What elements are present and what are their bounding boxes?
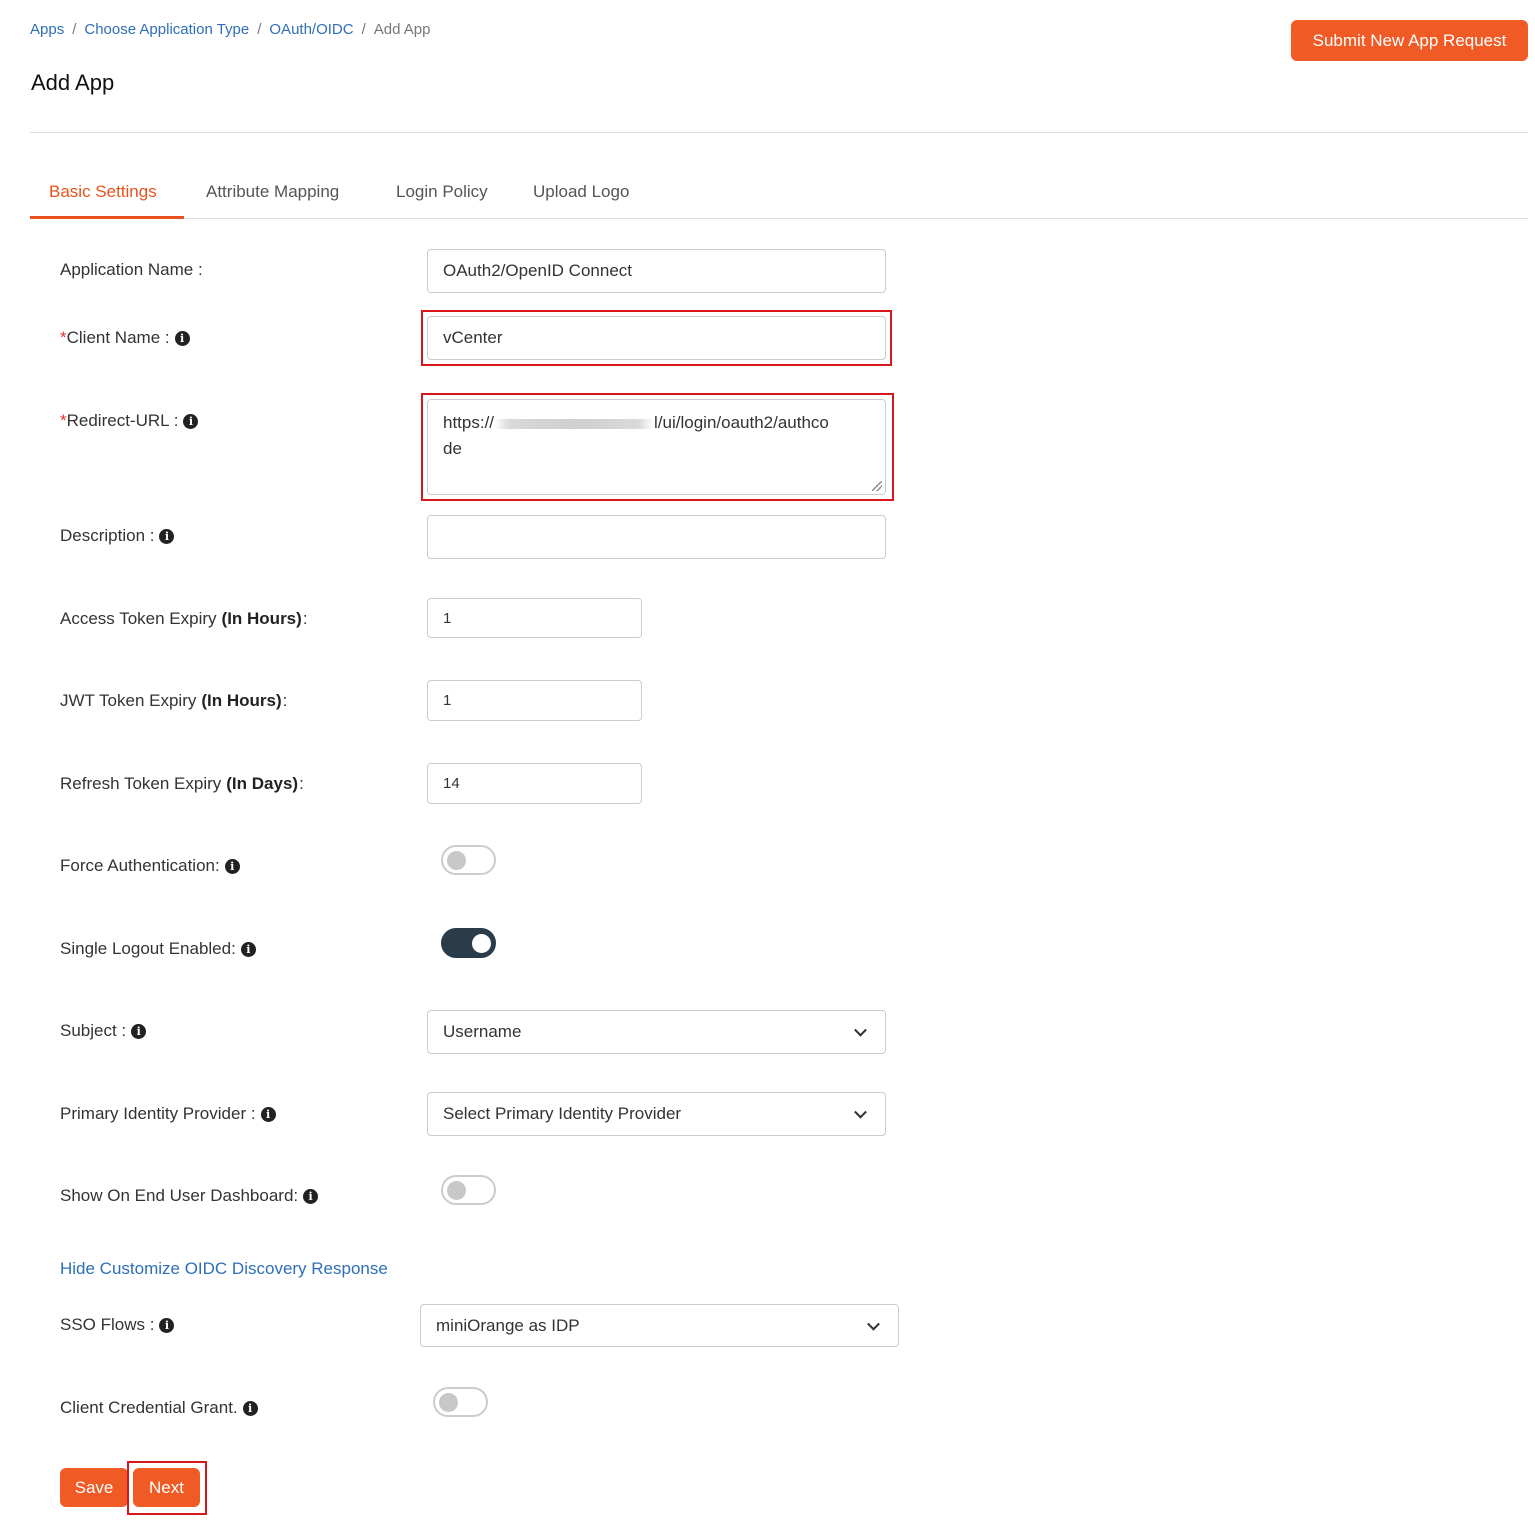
access-token-expiry-label: Access Token Expiry (In Hours): (60, 609, 308, 628)
client-credential-grant-toggle[interactable] (433, 1387, 488, 1417)
primary-idp-select[interactable]: Select Primary Identity Provider (427, 1092, 886, 1136)
subject-label: Subject :i (60, 1019, 147, 1043)
tab-login-policy[interactable]: Login Policy (396, 182, 488, 202)
toggle-knob (439, 1393, 458, 1412)
toggle-knob (447, 851, 466, 870)
chevron-down-icon (854, 1105, 867, 1119)
info-circle-icon[interactable]: i (159, 528, 175, 544)
info-circle-icon[interactable]: i (174, 330, 190, 346)
sso-flows-label: SSO Flows :i (60, 1313, 175, 1337)
client-credential-grant-label: Client Credential Grant. i (60, 1396, 258, 1420)
breadcrumb-choose-application-type[interactable]: Choose Application Type (84, 21, 249, 38)
jwt-token-expiry-input[interactable]: 1 (427, 680, 642, 721)
redacted-hostname (494, 418, 655, 429)
refresh-token-expiry-input[interactable]: 14 (427, 763, 642, 804)
info-circle-icon[interactable]: i (131, 1023, 147, 1039)
chevron-down-icon (854, 1023, 867, 1037)
client-name-input[interactable]: vCenter (427, 316, 886, 360)
breadcrumb: Apps / Choose Application Type / OAuth/OIDC /… (30, 21, 431, 38)
page-title: Add App (31, 70, 115, 95)
description-label: Description :i (60, 524, 175, 548)
access-token-expiry-input[interactable]: 1 (427, 598, 642, 638)
redirect-url-label: * Redirect-URL :i (60, 409, 199, 433)
info-circle-icon[interactable]: i (183, 413, 199, 429)
breadcrumb-current: Add App (373, 21, 431, 38)
tab-attribute-mapping[interactable]: Attribute Mapping (206, 182, 339, 202)
chevron-down-icon (867, 1317, 880, 1331)
info-circle-icon[interactable]: i (260, 1106, 276, 1122)
active-tab-indicator (30, 216, 184, 219)
resize-handle-icon[interactable] (872, 481, 882, 491)
show-on-dashboard-label: Show On End User Dashboard: i (60, 1184, 319, 1208)
tabs-divider (30, 218, 1528, 219)
toggle-knob (447, 1181, 466, 1200)
save-button[interactable]: Save (60, 1468, 128, 1507)
primary-idp-label: Primary Identity Provider :i (60, 1102, 276, 1126)
next-button[interactable]: Next (133, 1468, 200, 1507)
client-name-label: * Client Name :i (60, 326, 190, 350)
tab-upload-logo[interactable]: Upload Logo (533, 182, 629, 202)
single-logout-label: Single Logout Enabled: i (60, 937, 256, 961)
redirect-url-textarea[interactable]: https://l/ui/login/oauth2/authco de (427, 399, 886, 495)
header-divider (30, 132, 1528, 133)
sso-flows-select[interactable]: miniOrange as IDP (420, 1304, 899, 1347)
show-on-dashboard-toggle[interactable] (441, 1175, 496, 1205)
hide-customize-oidc-link[interactable]: Hide Customize OIDC Discovery Response (60, 1259, 388, 1279)
refresh-token-expiry-label: Refresh Token Expiry (In Days): (60, 774, 304, 793)
breadcrumb-oauth-oidc[interactable]: OAuth/OIDC (269, 21, 353, 38)
breadcrumb-apps[interactable]: Apps (30, 21, 64, 38)
info-circle-icon[interactable]: i (240, 941, 256, 957)
tab-basic-settings[interactable]: Basic Settings (49, 182, 157, 202)
single-logout-toggle[interactable] (441, 928, 496, 958)
force-authentication-toggle[interactable] (441, 845, 496, 875)
toggle-knob (472, 934, 491, 953)
info-circle-icon[interactable]: i (303, 1188, 319, 1204)
application-name-label: Application Name : (60, 260, 203, 279)
info-circle-icon[interactable]: i (242, 1400, 258, 1416)
subject-select[interactable]: Username (427, 1010, 886, 1054)
force-authentication-label: Force Authentication: i (60, 854, 240, 878)
info-circle-icon[interactable]: i (159, 1317, 175, 1333)
jwt-token-expiry-label: JWT Token Expiry (In Hours): (60, 691, 288, 710)
submit-new-app-request-button[interactable]: Submit New App Request (1291, 20, 1528, 61)
application-name-input[interactable]: OAuth2/OpenID Connect (427, 249, 886, 293)
info-circle-icon[interactable]: i (224, 858, 240, 874)
description-input[interactable] (427, 515, 886, 559)
